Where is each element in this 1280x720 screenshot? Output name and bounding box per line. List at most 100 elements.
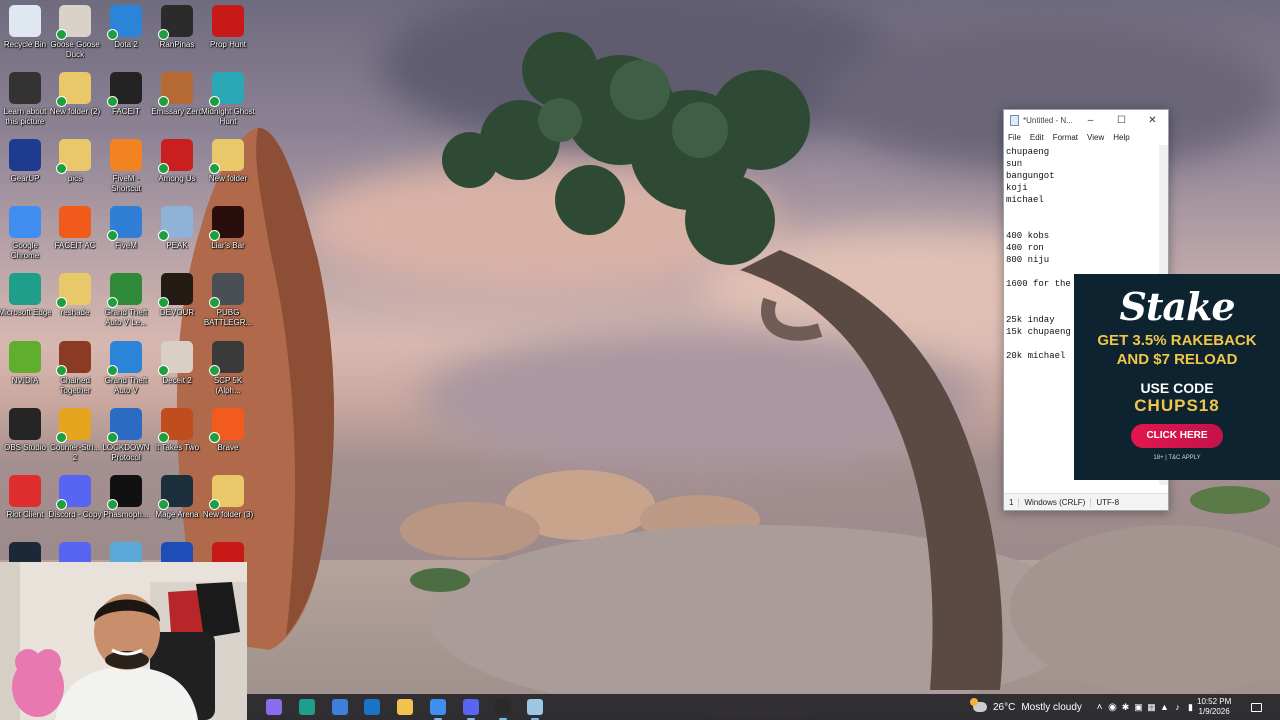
- desktop-icon-label: reshade: [60, 308, 90, 317]
- taskbar-obs-icon[interactable]: [495, 699, 511, 720]
- sync-check-icon: [56, 297, 67, 308]
- obs-tray-icon[interactable]: ◉: [1106, 702, 1119, 713]
- desktop-icon-scp-5k-alph[interactable]: SCP 5K (Alph...: [203, 341, 253, 405]
- battery-icon[interactable]: ▮: [1184, 702, 1197, 713]
- desktop-icon-pics[interactable]: pics: [50, 139, 100, 203]
- desktop-icon-faceit-ac[interactable]: FACEIT AC: [50, 206, 100, 270]
- sync-check-icon: [209, 230, 220, 241]
- desktop-icon-label: Brave: [217, 443, 239, 452]
- desktop-icon-label: LOCKDOWN Protocol: [102, 443, 150, 462]
- desktop-icon-label: Deceit 2: [162, 376, 192, 385]
- desktop-icon-dota-2[interactable]: Dota 2: [101, 5, 151, 69]
- notepad-line: [1006, 206, 1158, 218]
- taskbar-copilot-icon[interactable]: [266, 699, 282, 715]
- clock[interactable]: 10:52 PM 1/9/2026: [1197, 694, 1231, 720]
- close-button[interactable]: ✕: [1137, 110, 1168, 130]
- midnight-ghost-hunt-icon: [209, 72, 244, 107]
- desktop-icon-google-chrome[interactable]: Google Chrome: [0, 206, 50, 270]
- sync-check-icon: [209, 432, 220, 443]
- desktop-icon-chained-together[interactable]: Chained Together: [50, 341, 100, 405]
- desktop-icon-reshade[interactable]: reshade: [50, 273, 100, 337]
- sync-check-icon: [158, 499, 169, 510]
- desktop-icon-learn-about-this-picture[interactable]: Learn about this picture: [0, 72, 50, 136]
- desktop-icon-goose-goose-duck[interactable]: Goose Goose Duck: [50, 5, 100, 69]
- desktop-icon-label: NVIDIA: [11, 376, 39, 385]
- desktop-icon-mage-arena[interactable]: Mage Arena: [152, 475, 202, 539]
- menu-view[interactable]: View: [1087, 133, 1104, 142]
- app-tray-icon[interactable]: ▦: [1145, 702, 1158, 713]
- menu-format[interactable]: Format: [1053, 133, 1078, 142]
- desktop-icon-fivem-shortcut[interactable]: FiveM - Shortcut: [101, 139, 151, 203]
- desktop-icon-fivem[interactable]: FiveM: [101, 206, 151, 270]
- wifi-icon[interactable]: ▲: [1158, 702, 1171, 712]
- taskbar-outlook-icon[interactable]: [364, 699, 380, 715]
- sync-check-icon: [209, 163, 220, 174]
- speaker-tray-icon[interactable]: ▣: [1132, 702, 1145, 713]
- devour-icon: [158, 273, 193, 308]
- ad-headline-1: GET 3.5% RAKEBACK: [1097, 332, 1257, 349]
- bluetooth-icon[interactable]: ✱: [1119, 702, 1132, 713]
- desktop-icon-brave[interactable]: Brave: [203, 408, 253, 472]
- desktop-icon-gearup[interactable]: GearUP: [0, 139, 50, 203]
- desktop-icon-discord-copy[interactable]: Discord - Copy: [49, 475, 101, 539]
- stake-logo: Stake: [1119, 284, 1235, 329]
- edge-legacy-icon: [107, 341, 142, 376]
- menu-help[interactable]: Help: [1113, 133, 1129, 142]
- minimize-button[interactable]: –: [1075, 110, 1106, 130]
- desktop-icon-grand-theft-auto-v-le[interactable]: Grand Theft Auto V Le...: [101, 273, 151, 337]
- discord-icon: [56, 475, 91, 510]
- desktop-icon-lockdown-protocol[interactable]: LOCKDOWN Protocol: [101, 408, 151, 472]
- desktop-icon-recycle-bin[interactable]: Recycle Bin: [0, 5, 50, 69]
- desktop-icon-faceit[interactable]: FACEIT: [101, 72, 151, 136]
- desktop-icon-prop-hunt[interactable]: Prop Hunt: [203, 5, 253, 69]
- maximize-button[interactable]: ☐: [1106, 110, 1137, 130]
- notepad-title-bar[interactable]: *Untitled - N... – ☐ ✕: [1004, 110, 1168, 130]
- desktop-icon-microsoft-edge[interactable]: Microsoft Edge: [0, 273, 52, 337]
- fivem-icon: [107, 206, 142, 241]
- chevron-up-icon[interactable]: ˄: [1093, 702, 1106, 713]
- taskbar-chrome-icon[interactable]: [430, 699, 446, 720]
- sync-check-icon: [107, 365, 118, 376]
- menu-file[interactable]: File: [1008, 133, 1021, 142]
- desktop-icon-label: FACEIT: [111, 107, 140, 116]
- desktop-icon-obs-studio[interactable]: OBS Studio: [0, 408, 50, 472]
- recycle-bin-icon: [9, 5, 41, 37]
- desktop-icon-liar-s-bar[interactable]: Liar's Bar: [203, 206, 253, 270]
- desktop-icon-deceit-2[interactable]: Deceit 2: [152, 341, 202, 405]
- taskbar-file-explorer-icon[interactable]: [397, 699, 413, 715]
- desktop-icon-peak[interactable]: PEAK: [152, 206, 202, 270]
- desktop-icon-ranpinas[interactable]: RanPinas: [152, 5, 202, 69]
- clock-time: 10:52 PM: [1197, 697, 1232, 706]
- notification-icon[interactable]: [1251, 694, 1262, 720]
- desktop-icon-nvidia[interactable]: NVIDIA: [0, 341, 50, 405]
- taskbar-microsoft-store-icon[interactable]: [332, 699, 348, 715]
- desktop-icon-grand-theft-auto-v[interactable]: Grand Theft Auto V: [101, 341, 151, 405]
- desktop-icon-midnight-ghost-hunt[interactable]: Midnight Ghost Hunt: [201, 72, 255, 136]
- desktop-icon-it-takes-two[interactable]: It Takes Two: [152, 408, 202, 472]
- stake-ad-overlay[interactable]: Stake GET 3.5% RAKEBACK AND $7 RELOAD US…: [1074, 274, 1280, 480]
- folder-icon: [209, 139, 244, 174]
- desktop-icon-counter-stri-2[interactable]: Counter-Stri... 2: [50, 408, 100, 472]
- folder-icon: [56, 273, 91, 308]
- taskbar-notepad-icon[interactable]: [527, 699, 543, 720]
- desktop-icon-phasmoph[interactable]: Phasmoph...: [101, 475, 151, 539]
- sync-check-icon: [56, 29, 67, 40]
- riot-client-icon: [9, 475, 41, 507]
- taskbar-discord-icon[interactable]: [463, 699, 479, 720]
- volume-icon[interactable]: ♪: [1171, 702, 1184, 712]
- taskbar-edge-icon[interactable]: [299, 699, 315, 715]
- desktop-icon-pubg-battlegr[interactable]: PUBG BATTLEGR...: [203, 273, 253, 337]
- menu-edit[interactable]: Edit: [1030, 133, 1044, 142]
- desktop-icon-emissary-zero[interactable]: Emissary Zero: [151, 72, 203, 136]
- ad-click-here-button[interactable]: CLICK HERE: [1131, 424, 1223, 448]
- sync-check-icon: [209, 297, 220, 308]
- desktop-icon-new-folder-2[interactable]: New folder (2): [50, 72, 100, 136]
- desktop-icon-new-folder-3[interactable]: New folder (3): [203, 475, 253, 539]
- desktop-icon-among-us[interactable]: Among Us: [152, 139, 202, 203]
- desktop-icon-riot-client[interactable]: Riot Client: [0, 475, 50, 539]
- desktop-icon-new-folder[interactable]: New folder: [203, 139, 253, 203]
- desktop-icon-devour[interactable]: DEVOUR: [152, 273, 202, 337]
- sync-check-icon: [158, 96, 169, 107]
- weather-widget[interactable]: 26°C Mostly cloudy: [970, 694, 1082, 720]
- sync-check-icon: [209, 96, 220, 107]
